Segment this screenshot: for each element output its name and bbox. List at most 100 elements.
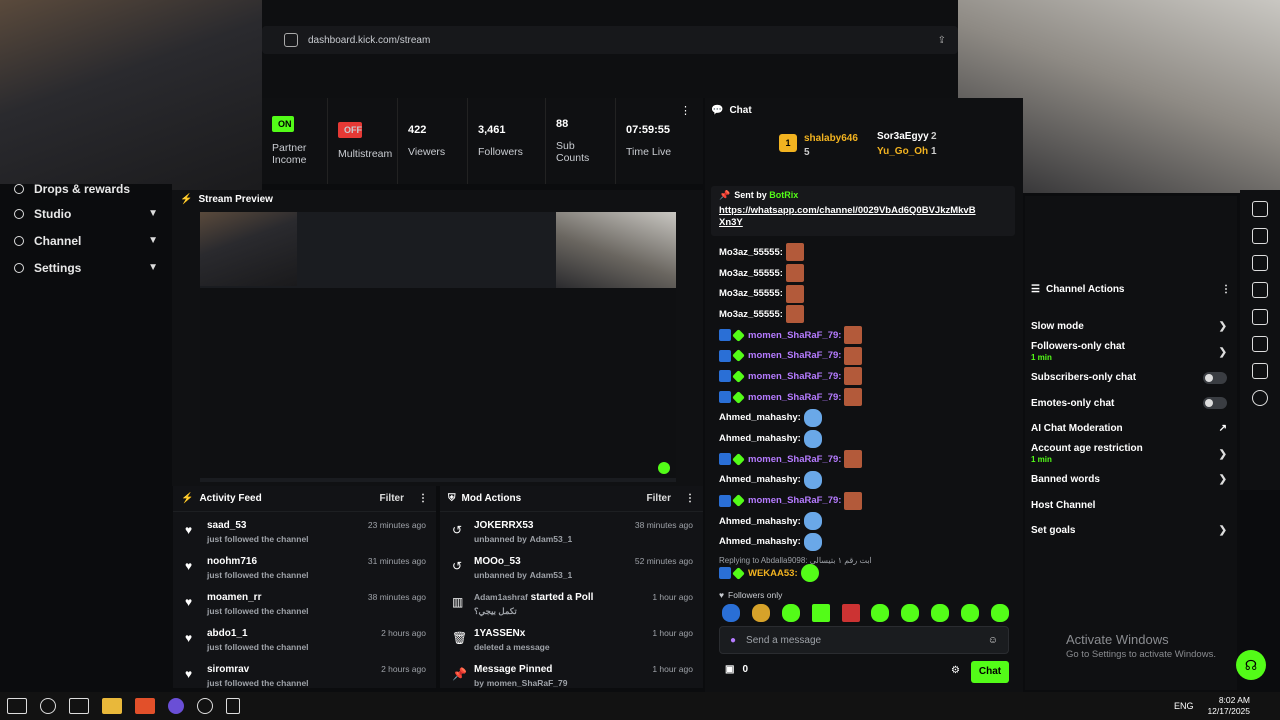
heart-icon: ♥ [185, 523, 193, 537]
stat-partner-income[interactable]: ON Partner Income [262, 98, 328, 184]
emote [844, 491, 863, 510]
sub-badge-icon [719, 567, 731, 580]
status-badge: OFF [338, 122, 362, 138]
list-item: ♥ moamen_rr just followed the channel 38 mi… [185, 592, 426, 616]
wrench-icon[interactable] [1252, 363, 1268, 379]
sub-badge-icon [719, 329, 731, 342]
app-icon[interactable] [168, 698, 184, 714]
more-options-icon[interactable]: ⋮ [1221, 284, 1231, 295]
send-chat-button[interactable]: Chat [971, 661, 1009, 683]
action-subscribers-only[interactable]: Subscribers-only chat [1025, 365, 1237, 391]
panel-title: Activity Feed [199, 493, 262, 504]
emoji-icon[interactable]: ☺ [988, 635, 998, 646]
emote-option[interactable] [901, 604, 920, 622]
chat-mode-label: ♥ Followers only [719, 590, 783, 600]
site-info-icon[interactable] [284, 33, 298, 47]
filter-button[interactable]: Filter [647, 493, 671, 504]
list-item: ▥ Adam1ashraf started a Poll تكمل بيجي؟ 1 h… [452, 592, 693, 616]
heart-icon: ♥ [719, 590, 725, 600]
language-indicator[interactable]: ENG [1174, 701, 1194, 711]
action-emotes-only[interactable]: Emotes-only chat [1025, 391, 1237, 417]
file-explorer-icon[interactable] [102, 698, 122, 714]
share-icon[interactable]: ⇪ [938, 35, 946, 46]
emote [844, 326, 863, 345]
sub-badge-icon [719, 391, 731, 404]
filter-button[interactable]: Filter [380, 493, 404, 504]
stat-multistream[interactable]: OFF Multistream [328, 98, 398, 184]
emote [803, 470, 822, 489]
emote-option[interactable] [871, 604, 890, 622]
chat-message: Ahmed_mahashy: [705, 428, 1023, 449]
heart-icon: ♥ [185, 667, 193, 681]
verified-badge-icon [732, 370, 745, 383]
action-ai-moderation[interactable]: AI Chat Moderation ↗ [1025, 416, 1237, 442]
panel-title: Chat [729, 104, 752, 116]
lightning-icon: ⚡ [181, 493, 194, 504]
stat-followers: 3,461 Followers [468, 98, 546, 184]
action-banned-words[interactable]: Banned words ❯ [1025, 467, 1237, 493]
url-text[interactable]: dashboard.kick.com/stream [308, 35, 430, 46]
chevron-right-icon: ❯ [1218, 346, 1227, 358]
chat-message: Mo3az_55555: [705, 304, 1023, 325]
search-icon[interactable] [40, 698, 56, 714]
action-slow-mode[interactable]: Slow mode ❯ [1025, 314, 1237, 340]
emote-option[interactable] [751, 604, 770, 622]
pinned-message[interactable]: 📌 Sent by BotRix https://whatsapp.com/cha… [711, 186, 1015, 236]
kick-app-icon[interactable] [226, 698, 240, 714]
channel-actions-panel: ☰ Channel Actions ⋮ Slow mode ❯ Followers-o… [1025, 196, 1237, 690]
emote-option[interactable] [781, 604, 800, 622]
action-host-channel[interactable]: Host Channel [1025, 493, 1237, 519]
chevron-down-icon: ▼ [148, 262, 158, 273]
more-options-icon[interactable]: ⋮ [418, 493, 428, 504]
subscribers-only-toggle[interactable] [1203, 371, 1227, 384]
pinned-link[interactable]: https://whatsapp.com/channel/0029VbAd6Q0… [719, 205, 989, 229]
chat-leaderboard: 1 shalaby646 5 Sor3aEgyy 2 Yu_Go_Oh 1 [779, 130, 959, 160]
layout-icon[interactable] [1252, 336, 1268, 352]
action-set-goals[interactable]: Set goals ❯ [1025, 518, 1237, 544]
clock[interactable]: 8:02 AM 12/17/2025 [1207, 695, 1250, 717]
chevron-down-icon: ▼ [148, 235, 158, 246]
document-icon[interactable] [1252, 255, 1268, 271]
windows-start-icon[interactable] [7, 698, 27, 714]
dashboard-icon[interactable] [1252, 201, 1268, 217]
stream-stats-bar: ON Partner Income OFF Multistream 422 Vie… [262, 98, 703, 184]
action-account-age[interactable]: Account age restriction 1 min ❯ [1025, 442, 1237, 468]
action-followers-only[interactable]: Followers-only chat 1 min ❯ [1025, 340, 1237, 366]
sub-badge-icon [719, 494, 731, 507]
emote-option[interactable] [961, 604, 979, 622]
address-bar[interactable]: dashboard.kick.com/stream ⇪ [262, 26, 958, 54]
support-button[interactable]: ☊ [1236, 650, 1266, 680]
emote-option[interactable] [841, 604, 860, 622]
emote-option[interactable] [990, 604, 1009, 622]
task-view-icon[interactable] [69, 698, 89, 714]
stream-preview-video[interactable] [200, 212, 676, 482]
lightning-icon[interactable] [1252, 228, 1268, 244]
mic-icon[interactable]: ● [730, 635, 736, 646]
chat-input[interactable]: ● Send a message ☺ [719, 626, 1009, 654]
more-options-icon[interactable]: ⋮ [680, 104, 691, 117]
more-options-icon[interactable]: ⋮ [685, 493, 695, 504]
emote [785, 305, 804, 324]
gear-icon[interactable]: ⚙ [951, 665, 960, 676]
sidebar-item-drops[interactable]: Drops & rewards [0, 178, 172, 200]
emote [803, 429, 822, 448]
emote-option[interactable] [931, 604, 950, 622]
chevron-right-icon: ❯ [1218, 474, 1227, 486]
obs-icon[interactable] [197, 698, 213, 714]
emote-option[interactable] [722, 604, 740, 622]
rank-badge: 1 [779, 134, 797, 152]
points-indicator[interactable]: ▣ 0 [725, 664, 748, 675]
sidebar-item-studio[interactable]: Studio ▼ [0, 200, 172, 227]
chat-message: momen_ShaRaF_79: [705, 387, 1023, 408]
list-item: ↺ MOOo_53 unbanned by Adam53_1 52 minutes a… [452, 556, 693, 580]
sidebar-item-settings[interactable]: Settings ▼ [0, 254, 172, 281]
emote-option[interactable] [811, 604, 830, 622]
sub-badge-icon [719, 349, 731, 362]
activation-watermark: Activate Windows Go to Settings to activ… [1066, 632, 1216, 660]
broadcast-icon[interactable] [1252, 309, 1268, 325]
share-icon[interactable] [1252, 390, 1268, 406]
chat-icon[interactable] [1252, 282, 1268, 298]
emotes-only-toggle[interactable] [1203, 397, 1227, 410]
sidebar-item-channel[interactable]: Channel ▼ [0, 227, 172, 254]
brave-browser-icon[interactable] [135, 698, 155, 714]
